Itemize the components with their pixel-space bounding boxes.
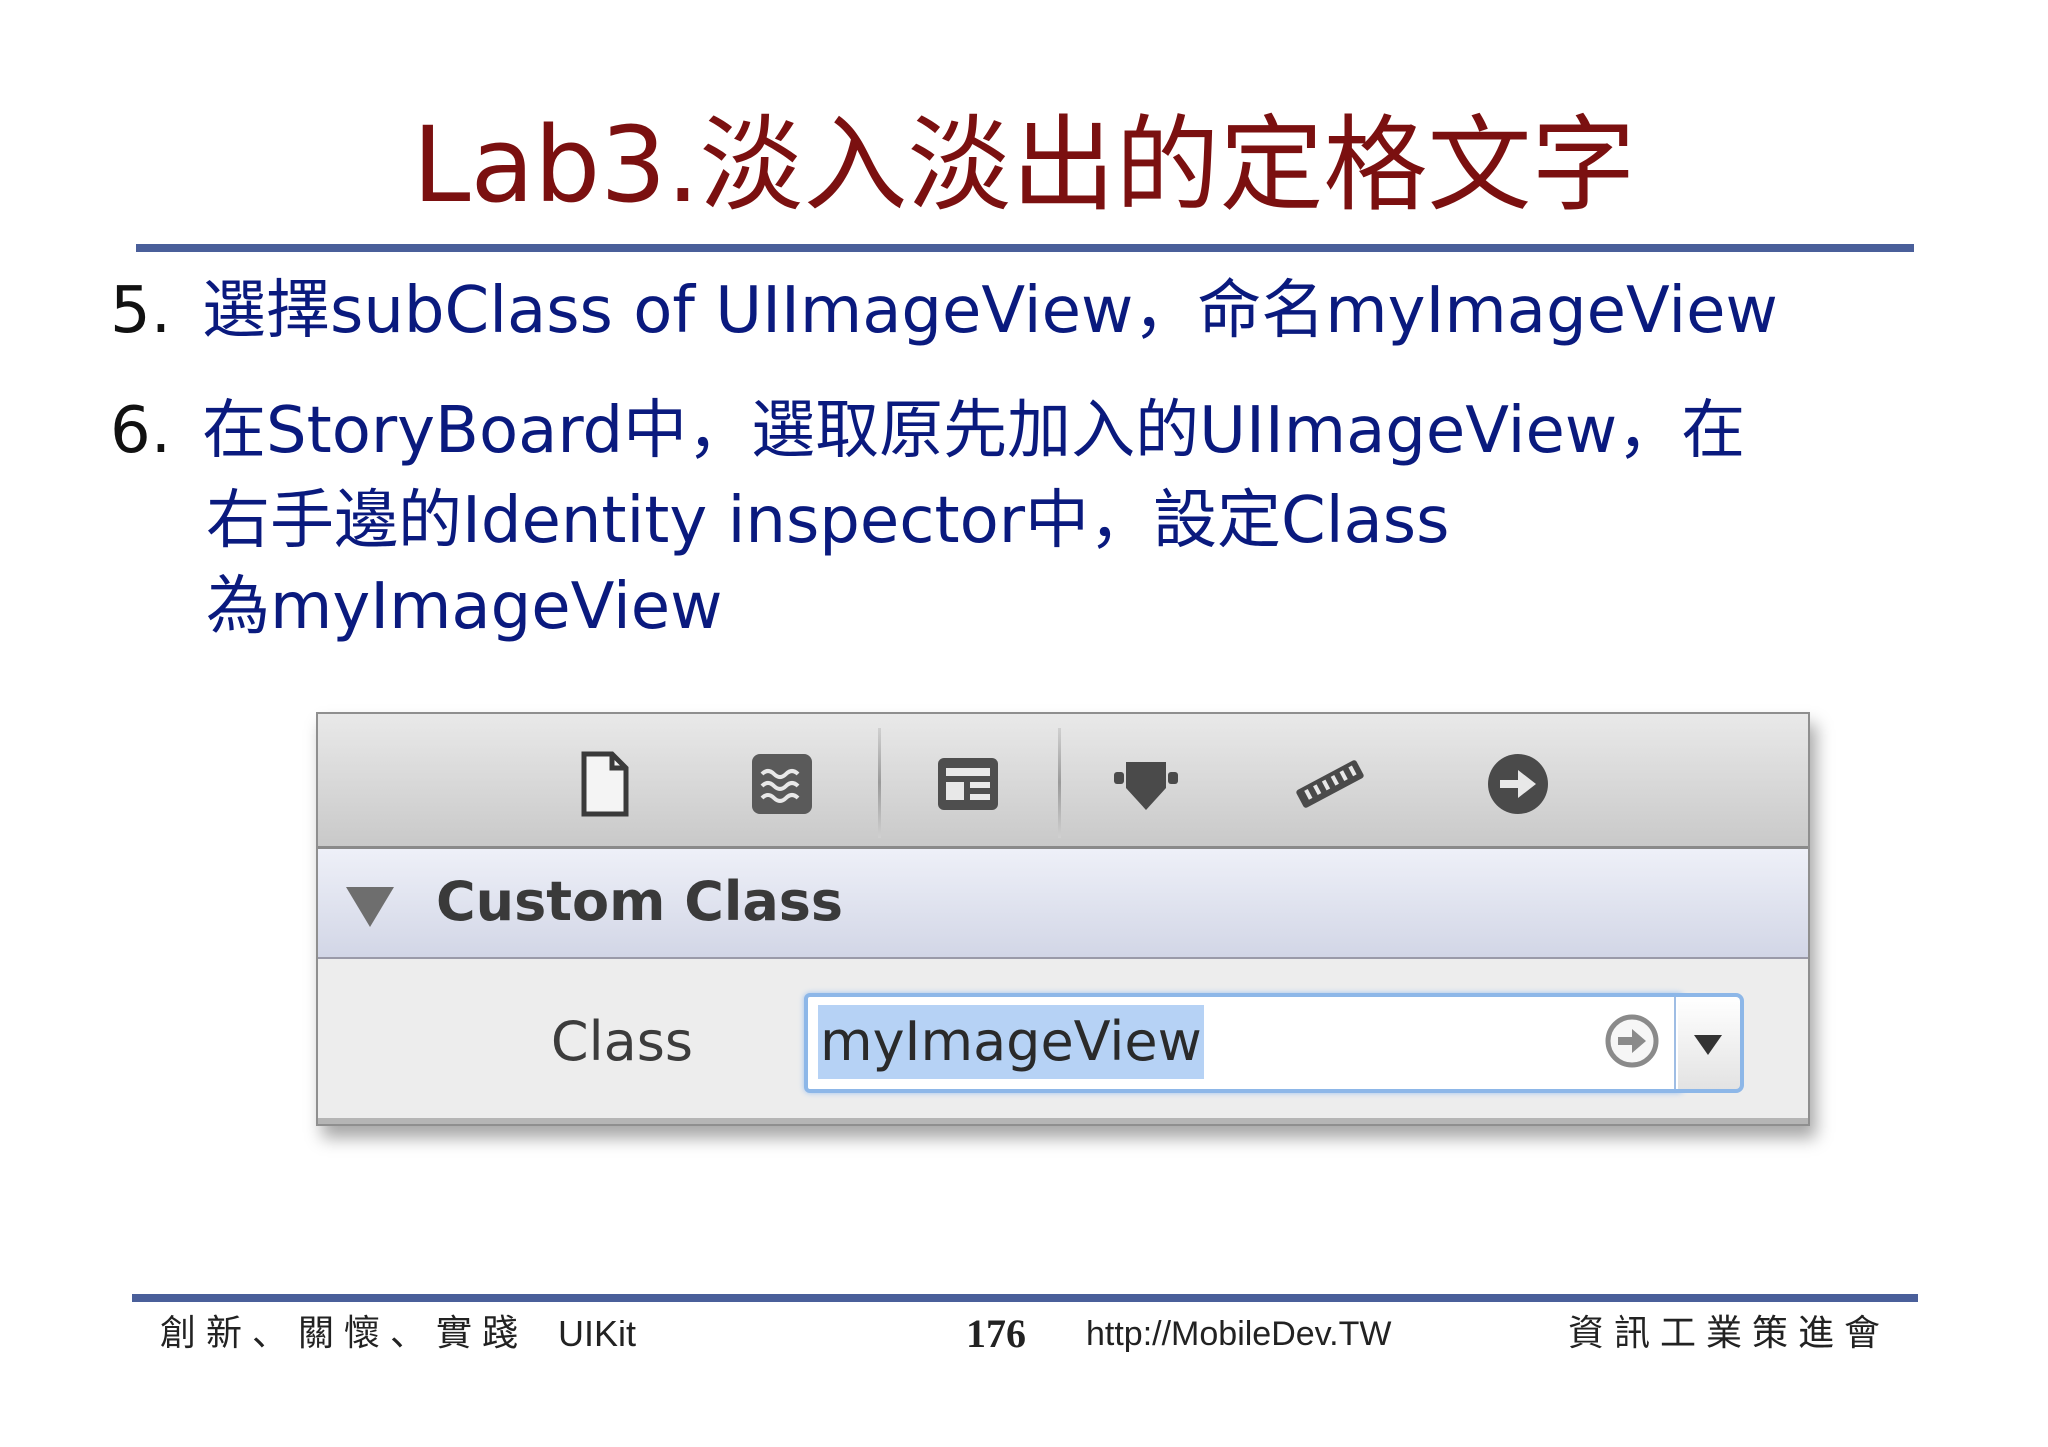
quick-help-icon[interactable] xyxy=(746,748,818,820)
step-6-number: 6. xyxy=(110,394,172,468)
custom-class-section-header[interactable]: Custom Class xyxy=(318,849,1808,959)
step-5-text: 選擇subClass of UIImageView，命名myImageView xyxy=(202,274,1778,348)
file-inspector-icon[interactable] xyxy=(568,748,640,820)
footer-course: UIKit xyxy=(558,1313,637,1354)
footer-url: http://MobileDev.TW xyxy=(1086,1315,1392,1353)
step-6-text-line-1: 在StoryBoard中，選取原先加入的UIImageView，在 xyxy=(202,394,1746,468)
class-dropdown-button[interactable] xyxy=(1678,993,1744,1093)
step-6-text-line-2: 右手邊的Identity inspector中，設定Class xyxy=(206,484,1450,558)
slide-title: Lab3.淡入淡出的定格文字 xyxy=(412,104,1636,226)
inspector-toolbar xyxy=(318,714,1808,849)
class-input[interactable]: myImageView xyxy=(804,993,1684,1093)
step-6-text-line-3: 為myImageView xyxy=(206,570,723,644)
size-inspector-icon[interactable] xyxy=(1294,748,1366,820)
toolbar-separator xyxy=(878,728,881,838)
section-title: Custom Class xyxy=(436,870,844,933)
connections-inspector-icon[interactable] xyxy=(1482,748,1554,820)
class-input-value[interactable]: myImageView xyxy=(818,1005,1204,1079)
footer-organization: 資訊工業策進會 xyxy=(1568,1313,1891,1354)
step-5: 5. 選擇subClass of UIImageView，命名myImageVie… xyxy=(110,266,1930,356)
footer-divider xyxy=(132,1294,1918,1302)
toolbar-separator xyxy=(1058,728,1061,838)
footer-motto: 創新、關懷、實踐 xyxy=(160,1313,529,1354)
input-divider xyxy=(1674,997,1676,1089)
class-field-row: Class myImageView xyxy=(318,959,1808,1119)
identity-inspector-icon[interactable] xyxy=(932,748,1004,820)
panel-bottom-edge xyxy=(318,1118,1808,1124)
disclosure-triangle-icon[interactable] xyxy=(346,887,394,927)
attributes-inspector-icon[interactable] xyxy=(1110,748,1182,820)
page-number: 176 xyxy=(966,1311,1026,1356)
title-divider xyxy=(136,244,1914,252)
class-label: Class xyxy=(550,1010,693,1073)
step-5-number: 5. xyxy=(110,274,172,348)
step-6: 6. 在StoryBoard中，選取原先加入的UIImageView，在 xyxy=(110,386,1930,476)
go-to-class-arrow-icon[interactable] xyxy=(1604,1013,1660,1069)
step-6-line-2: 右手邊的Identity inspector中，設定Class xyxy=(206,476,2026,566)
step-6-line-3: 為myImageView xyxy=(206,562,2026,652)
identity-inspector-panel: Custom Class Class myImageView xyxy=(316,712,1810,1126)
dropdown-arrow-icon xyxy=(1694,1035,1722,1055)
